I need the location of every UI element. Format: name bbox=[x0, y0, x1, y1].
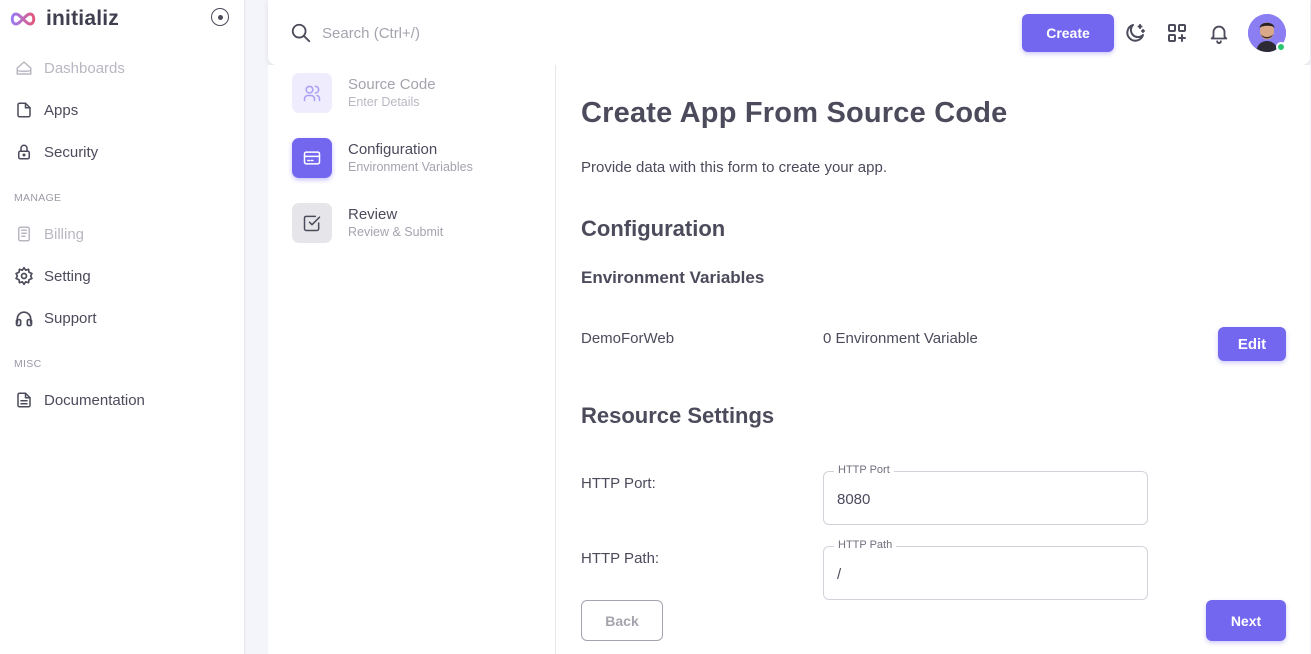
http-path-field: HTTP Path bbox=[823, 539, 1148, 600]
brand-name: initializ bbox=[46, 7, 119, 30]
section-label-misc: MISC bbox=[14, 358, 42, 370]
http-path-label: HTTP Path: bbox=[581, 550, 660, 567]
infinity-logo-icon bbox=[10, 12, 36, 26]
step-title: Configuration bbox=[348, 140, 438, 158]
sidebar-item-setting[interactable]: Setting bbox=[14, 264, 91, 288]
step-title: Review bbox=[348, 205, 398, 223]
sidebar-item-label: Dashboards bbox=[44, 59, 125, 77]
sidebar-item-documentation[interactable]: Documentation bbox=[14, 388, 145, 412]
http-path-input[interactable] bbox=[837, 563, 1127, 585]
receipt-icon bbox=[14, 224, 34, 244]
sidebar-item-label: Security bbox=[44, 143, 99, 161]
file-icon bbox=[14, 100, 34, 120]
search-icon[interactable] bbox=[290, 22, 312, 44]
step-source-code[interactable]: Source Code Enter Details bbox=[292, 72, 436, 114]
page-description: Provide data with this form to create yo… bbox=[581, 159, 887, 176]
gear-icon bbox=[14, 266, 34, 286]
sidebar-item-label: Apps bbox=[44, 101, 79, 119]
back-button[interactable]: Back bbox=[581, 600, 663, 641]
sidebar-item-apps[interactable]: Apps bbox=[14, 98, 78, 122]
section-label-manage: MANAGE bbox=[14, 192, 62, 204]
users-icon bbox=[292, 73, 332, 113]
create-app-card: Source Code Enter Details Configuration … bbox=[268, 65, 1310, 654]
sidebar-collapse-toggle[interactable] bbox=[211, 8, 229, 26]
environment-variables-heading: Environment Variables bbox=[581, 268, 765, 287]
sidebar-item-billing[interactable]: Billing bbox=[14, 222, 84, 246]
online-status-indicator bbox=[1276, 42, 1286, 52]
lock-icon bbox=[14, 142, 34, 162]
document-icon bbox=[14, 390, 34, 410]
create-button[interactable]: Create bbox=[1022, 14, 1114, 52]
edit-environment-button[interactable]: Edit bbox=[1218, 327, 1286, 361]
wizard-content: Create App From Source Code Provide data… bbox=[581, 65, 1286, 654]
moon-icon[interactable] bbox=[1123, 21, 1147, 45]
sidebar-item-label: Documentation bbox=[44, 391, 145, 409]
step-subtitle: Review & Submit bbox=[348, 224, 444, 239]
checkbox-icon bbox=[292, 203, 332, 243]
sidebar: initializ Dashboards Apps Security MANAG… bbox=[0, 0, 245, 654]
top-navbar: Create bbox=[268, 0, 1310, 65]
sidebar-item-support[interactable]: Support bbox=[14, 306, 97, 330]
page-title: Create App From Source Code bbox=[581, 97, 1008, 129]
wizard-steps: Source Code Enter Details Configuration … bbox=[268, 65, 556, 654]
step-subtitle: Environment Variables bbox=[348, 159, 473, 174]
step-review[interactable]: Review Review & Submit bbox=[292, 202, 443, 244]
http-port-legend: HTTP Port bbox=[834, 464, 894, 476]
sidebar-item-security[interactable]: Security bbox=[14, 140, 98, 164]
step-configuration[interactable]: Configuration Environment Variables bbox=[292, 137, 473, 179]
bell-icon[interactable] bbox=[1207, 21, 1231, 45]
configuration-heading: Configuration bbox=[581, 216, 726, 241]
step-title: Source Code bbox=[348, 75, 436, 93]
environment-variable-count: 0 Environment Variable bbox=[823, 330, 978, 347]
http-path-legend: HTTP Path bbox=[834, 539, 897, 551]
sidebar-item-label: Billing bbox=[44, 225, 85, 243]
sidebar-item-label: Support bbox=[44, 309, 97, 327]
sidebar-item-label: Setting bbox=[44, 267, 91, 285]
http-port-field: HTTP Port bbox=[823, 464, 1148, 525]
environment-name: DemoForWeb bbox=[581, 330, 675, 347]
next-button[interactable]: Next bbox=[1206, 600, 1286, 641]
http-port-label: HTTP Port: bbox=[581, 475, 656, 492]
resource-settings-heading: Resource Settings bbox=[581, 403, 775, 428]
headphones-icon bbox=[14, 308, 34, 328]
card-icon bbox=[292, 138, 332, 178]
step-subtitle: Enter Details bbox=[348, 94, 420, 109]
search-input[interactable] bbox=[322, 20, 722, 46]
brand[interactable]: initializ bbox=[8, 6, 119, 32]
home-icon bbox=[14, 58, 34, 78]
http-port-input[interactable] bbox=[837, 488, 1127, 510]
sidebar-item-dashboards[interactable]: Dashboards bbox=[14, 56, 125, 80]
apps-add-icon[interactable] bbox=[1165, 21, 1189, 45]
